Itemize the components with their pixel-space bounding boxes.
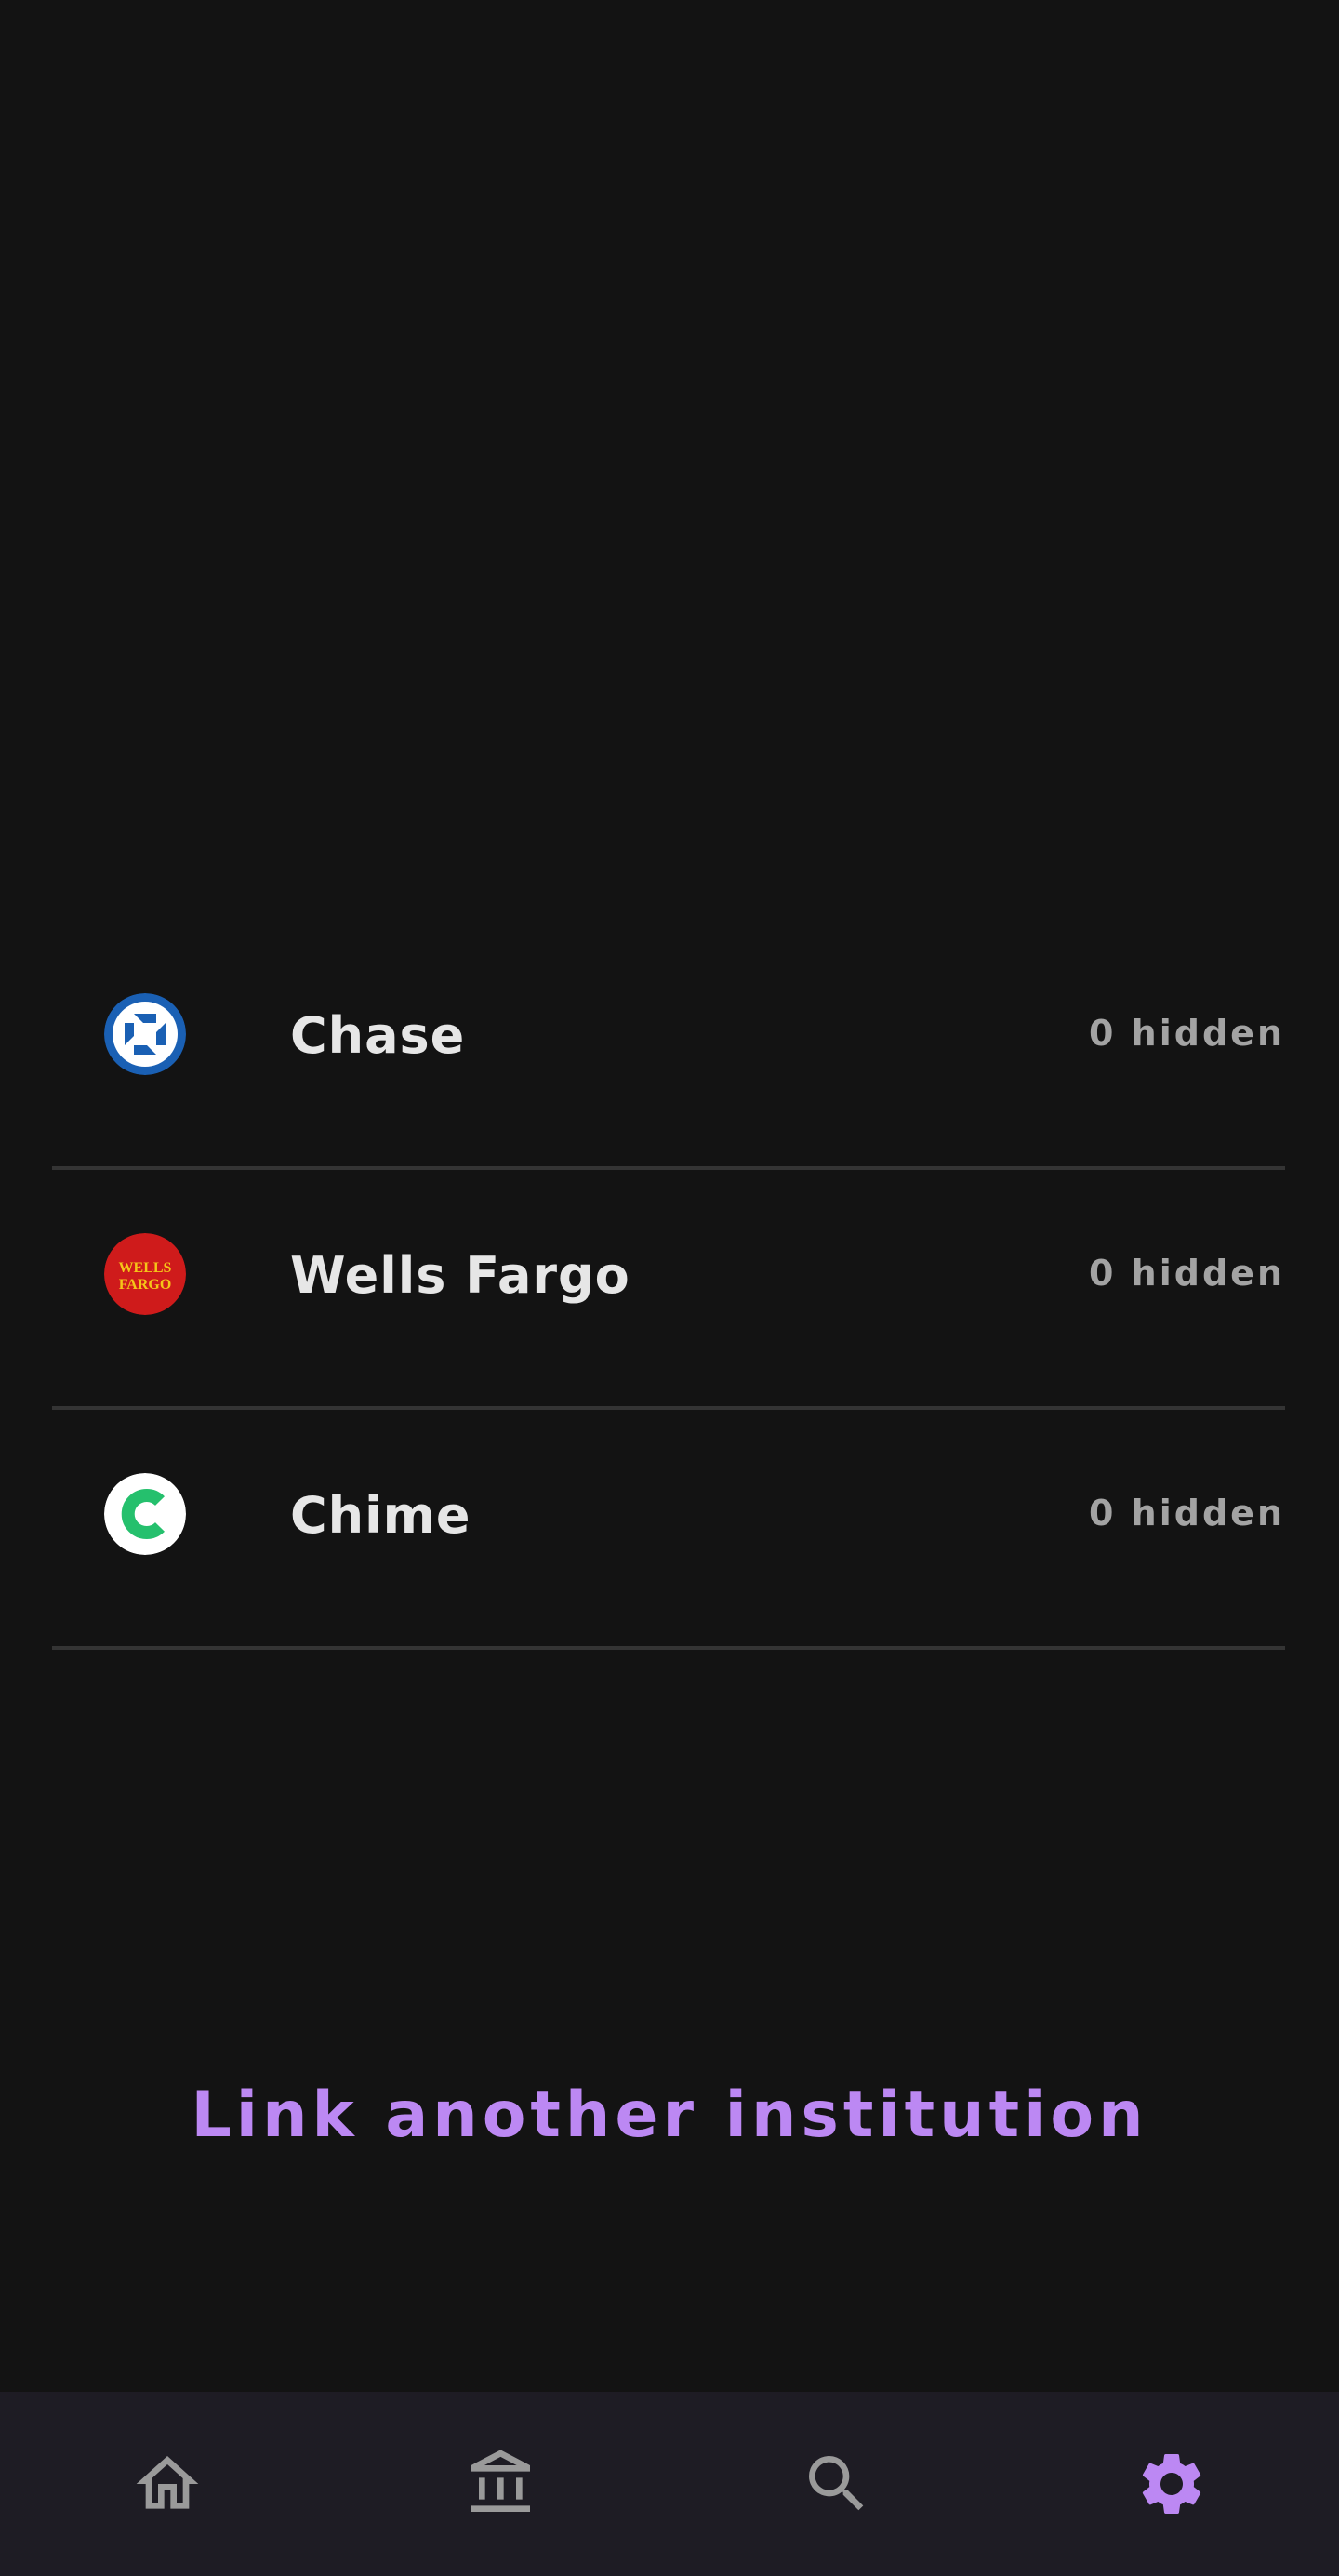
- link-institution-button[interactable]: Link another institution: [0, 2069, 1339, 2162]
- institution-name: Wells Fargo: [290, 1246, 630, 1305]
- institution-list: Chase 0 hidden WELLS FARGO Wells Fargo 0…: [52, 930, 1285, 1650]
- nav-home[interactable]: [0, 2392, 335, 2576]
- wells-fargo-logo-icon: WELLS FARGO: [104, 1233, 186, 1315]
- institution-row-chase[interactable]: Chase 0 hidden: [52, 930, 1285, 1170]
- svg-text:FARGO: FARGO: [119, 1277, 172, 1293]
- settings-gear-icon: [1142, 2454, 1201, 2514]
- institution-row-wells-fargo[interactable]: WELLS FARGO Wells Fargo 0 hidden: [52, 1170, 1285, 1410]
- institution-name: Chase: [290, 1006, 466, 1065]
- bank-icon: [471, 2450, 530, 2512]
- home-icon: [136, 2456, 199, 2509]
- chase-logo-icon: [104, 993, 186, 1075]
- hidden-count: 0 hidden: [1089, 1493, 1285, 1534]
- institution-name: Chime: [290, 1486, 471, 1545]
- chime-logo-icon: [104, 1473, 186, 1555]
- nav-accounts[interactable]: [335, 2392, 670, 2576]
- hidden-count: 0 hidden: [1089, 1253, 1285, 1294]
- bottom-nav: [0, 2392, 1339, 2576]
- institution-row-chime[interactable]: Chime 0 hidden: [52, 1410, 1285, 1650]
- svg-text:WELLS: WELLS: [119, 1260, 172, 1276]
- hidden-count: 0 hidden: [1089, 1013, 1285, 1054]
- nav-search[interactable]: [670, 2392, 1004, 2576]
- nav-settings[interactable]: [1004, 2392, 1339, 2576]
- search-icon: [809, 2456, 864, 2511]
